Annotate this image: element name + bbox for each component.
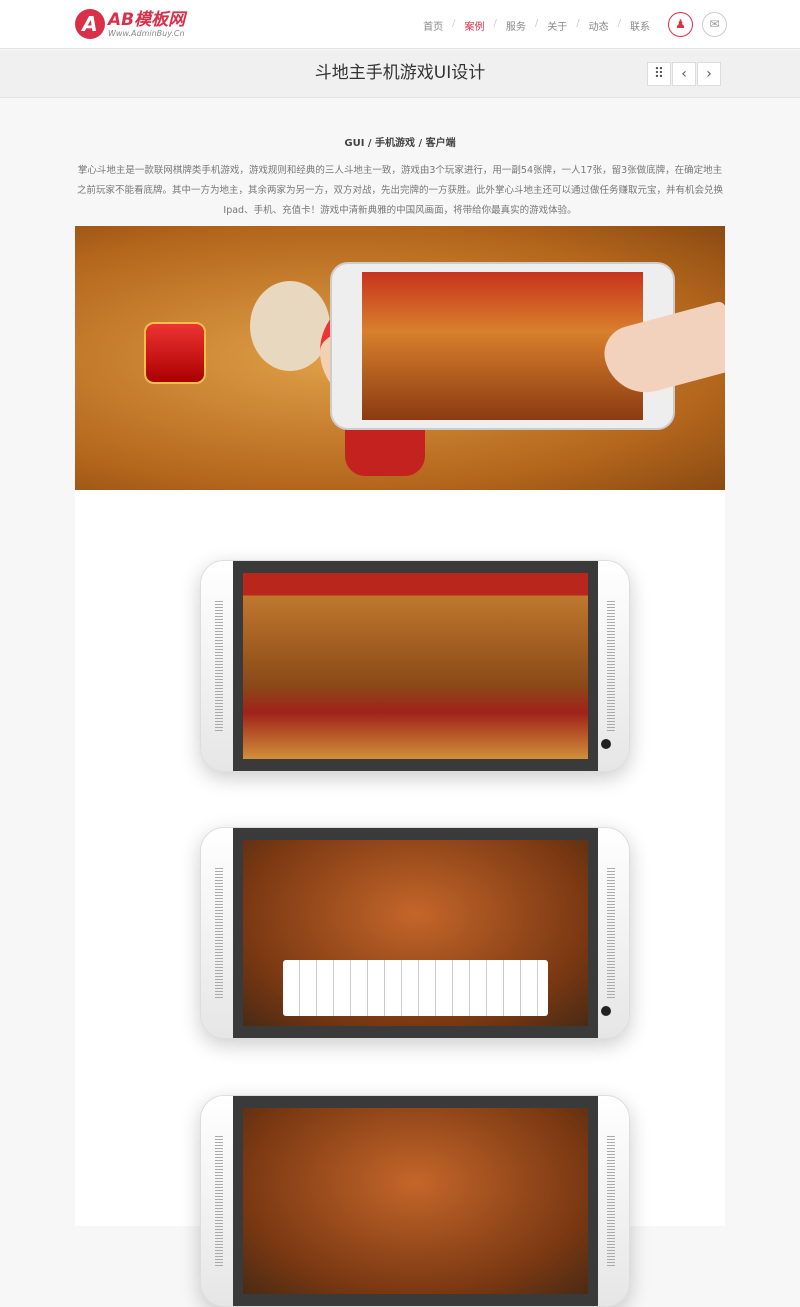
prev-button[interactable]: ‹	[672, 62, 696, 86]
project-description: 掌心斗地主是一款联网棋牌类手机游戏，游戏规则和经典的三人斗地主一致，游戏由3个玩…	[76, 165, 723, 216]
nav-contact[interactable]: 联系	[630, 18, 650, 33]
nav-cases[interactable]: 案例	[465, 18, 485, 33]
hero-image	[75, 226, 725, 490]
site-header: A AB模板网 Www.AdminBuy.Cn 首页 / 案例 / 服务 / 关于 / …	[0, 0, 800, 49]
qq-icon[interactable]: ♟	[668, 12, 693, 37]
logo-url: Www.AdminBuy.Cn	[108, 28, 185, 38]
nav-news[interactable]: 动态	[589, 18, 609, 33]
phone-screenshot-login	[200, 560, 630, 772]
logo[interactable]: A AB模板网 Www.AdminBuy.Cn	[75, 9, 185, 39]
main-nav: 首页 / 案例 / 服务 / 关于 / 动态 / 联系	[423, 18, 650, 33]
app-icon	[144, 322, 206, 384]
title-bar: 斗地主手机游戏UI设计 ⠿ ‹ ›	[0, 50, 800, 98]
phone-screenshot-gameplay-2	[200, 1095, 630, 1307]
screenshots-area	[75, 490, 725, 1307]
character-image	[250, 281, 330, 371]
nav-about[interactable]: 关于	[547, 18, 567, 33]
nav-services[interactable]: 服务	[506, 18, 526, 33]
phone-screenshot-gameplay	[200, 827, 630, 1039]
nav-home[interactable]: 首页	[423, 18, 443, 33]
logo-name: AB模板网	[108, 9, 186, 30]
mail-icon[interactable]: ✉	[702, 12, 727, 37]
logo-mark: A	[75, 9, 105, 39]
project-tags: GUI / 手机游戏 / 客户端	[344, 138, 456, 149]
grid-icon[interactable]: ⠿	[647, 62, 671, 86]
next-button[interactable]: ›	[697, 62, 721, 86]
